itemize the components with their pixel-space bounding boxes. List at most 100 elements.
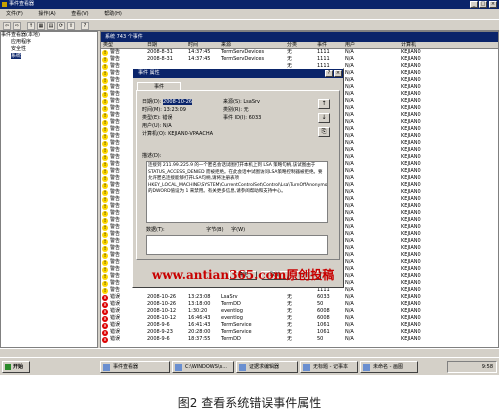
cell-user: N/A [345, 91, 354, 97]
start-label: 开始 [13, 364, 24, 370]
cell-comp: KEJIAN0 [401, 210, 421, 216]
task-event-viewer[interactable]: 事件查看器 [100, 361, 170, 373]
cell-user: N/A [345, 273, 354, 279]
col-event[interactable]: 事件 [317, 42, 327, 49]
menu-file[interactable]: 文件(F) [6, 11, 23, 17]
table-row[interactable]: ! 警告 2008-8-31 14:37:45 TermServDevices 无 1111… [101, 49, 498, 56]
cell-source: TermDD [221, 336, 241, 342]
dialog-close-button[interactable]: × [334, 70, 342, 77]
watermark-text: www.antian365.com原创投稿 [152, 268, 335, 282]
col-user[interactable]: 用户 [345, 42, 355, 49]
radio-words[interactable]: 字(W) [231, 227, 245, 233]
cell-comp: KEJIAN0 [401, 119, 421, 125]
warning-icon: ! [102, 287, 108, 294]
cell-date: 2008-10-12 [147, 315, 177, 321]
cell-type: 警告 [110, 210, 121, 216]
task-cmd[interactable]: C:\WINDOWS\s... [172, 361, 234, 373]
table-row[interactable]: × 错误 2008-10-26 13:23:08 LsaSrv 无 6033 N/A KEJIA… [101, 294, 498, 301]
cell-user: N/A [345, 259, 354, 265]
cell-user: N/A [345, 294, 354, 300]
tree-root[interactable]: 事件查看器(本地) [1, 32, 97, 39]
cell-user: N/A [345, 112, 354, 118]
cell-comp: KEJIAN0 [401, 266, 421, 272]
maximize-button[interactable]: □ [479, 1, 487, 8]
cell-date: 2008-9-6 [147, 336, 170, 342]
export-icon[interactable]: ⇪ [67, 22, 75, 30]
cell-comp: KEJIAN0 [401, 154, 421, 160]
cell-comp: KEJIAN0 [401, 336, 421, 342]
warning-icon: ! [102, 84, 108, 91]
cell-comp: KEJIAN0 [401, 175, 421, 181]
cell-user: N/A [345, 84, 354, 90]
col-source[interactable]: 来源 [221, 42, 231, 49]
tree-item-security[interactable]: 安全性 [1, 46, 97, 53]
table-row[interactable]: × 错误 2008-10-12 1:30:20 eventlog 无 6008 N/A KEJI… [101, 308, 498, 315]
table-row[interactable]: !警告 1111 N/A KEJIAN0 [101, 287, 498, 294]
col-type[interactable]: 类型 [103, 42, 113, 49]
task-registry-editor[interactable]: 证据求编辑器 [236, 361, 298, 373]
cell-comp: KEJIAN0 [401, 217, 421, 223]
forward-icon[interactable]: ⇨ [13, 22, 21, 30]
menu-action[interactable]: 操作(A) [38, 11, 55, 17]
minimize-button[interactable]: _ [470, 1, 478, 8]
warning-icon: ! [102, 49, 108, 56]
data-textbox[interactable] [146, 235, 328, 255]
copy-event-button[interactable]: ⎘ [318, 127, 330, 137]
radio-bytes[interactable]: 字节(B) [206, 227, 223, 233]
cell-time: 1:30:20 [188, 308, 208, 314]
cell-user: N/A [345, 224, 354, 230]
start-button[interactable]: 开始 [2, 361, 30, 373]
help-icon[interactable]: ? [81, 22, 89, 30]
cell-type: 警告 [110, 175, 121, 181]
cell-comp: KEJIAN0 [401, 252, 421, 258]
cell-user: N/A [345, 252, 354, 258]
clock[interactable]: 9:58 [482, 364, 493, 370]
col-computer[interactable]: 计算机 [401, 42, 416, 49]
tree-item-system[interactable]: 系统 [11, 53, 22, 59]
up-icon[interactable]: ↑ [27, 22, 35, 30]
task-notepad[interactable]: 无标题 - 记事本 [300, 361, 358, 373]
cell-user: N/A [345, 119, 354, 125]
description-textbox[interactable]: 连接到 211.99.225.9 的一个匿名会话试图打开本机上到 LSA 策略句… [146, 161, 328, 223]
warning-icon: ! [102, 252, 108, 259]
task-paint[interactable]: 未命名 - 画图 [360, 361, 418, 373]
back-icon[interactable]: ⇦ [3, 22, 11, 30]
dialog-help-button[interactable]: ? [325, 70, 333, 77]
cell-cat: 无 [287, 56, 293, 62]
error-icon: × [102, 315, 108, 322]
warning-icon: ! [102, 203, 108, 210]
refresh-icon[interactable]: ⟳ [57, 22, 65, 30]
warning-icon: ! [102, 245, 108, 252]
previous-event-button[interactable]: ↑ [318, 99, 330, 109]
table-row[interactable]: × 错误 2008-9-6 18:37:55 TermDD 无 50 N/A KEJIAN0 [101, 336, 498, 343]
cell-event: 50 [317, 336, 324, 342]
next-event-button[interactable]: ↓ [318, 113, 330, 123]
cell-comp: KEJIAN0 [401, 63, 421, 69]
menu-view[interactable]: 查看(V) [71, 11, 88, 17]
cell-time: 16:46:43 [188, 315, 211, 321]
menu-bar: 文件(F) 操作(A) 查看(V) 帮助(H) [0, 9, 499, 19]
col-time[interactable]: 时间 [188, 42, 198, 49]
table-row[interactable]: × 错误 2008-10-12 16:46:43 eventlog 无 6008 N/A KEJ… [101, 315, 498, 322]
cell-comp: KEJIAN0 [401, 259, 421, 265]
col-category[interactable]: 分类 [287, 42, 297, 49]
figure-caption: 图2 查看系统错误事件属性 [177, 396, 322, 410]
cell-event: 1061 [317, 329, 330, 335]
warning-icon: ! [102, 238, 108, 245]
table-row[interactable]: × 错误 2008-9-6 16:41:43 TermService 无 1061 N/A KE… [101, 322, 498, 329]
tree-item-application[interactable]: 应用程序 [1, 39, 97, 46]
col-date[interactable]: 日期 [147, 42, 157, 49]
close-button[interactable]: × [489, 1, 497, 8]
show-tree-icon[interactable]: ▦ [37, 22, 45, 30]
cell-date: 2008-10-12 [147, 308, 177, 314]
cell-cat: 无 [287, 336, 293, 342]
cell-user: N/A [345, 329, 354, 335]
table-row[interactable]: × 错误 2008-9-23 20:28:00 TermService 无 1061 N/A K… [101, 329, 498, 336]
properties-icon[interactable]: ▤ [47, 22, 55, 30]
menu-help[interactable]: 帮助(H) [104, 11, 122, 17]
table-row[interactable]: × 错误 2008-10-26 13:18:00 TermDD 无 50 N/A KEJIAN0 [101, 301, 498, 308]
cell-date: 2008-8-31 [147, 56, 173, 62]
cell-user: N/A [345, 168, 354, 174]
table-row[interactable]: ! 警告 2008-8-31 14:37:45 TermServDevices 无 1111… [101, 56, 498, 63]
warning-icon: ! [102, 77, 108, 84]
